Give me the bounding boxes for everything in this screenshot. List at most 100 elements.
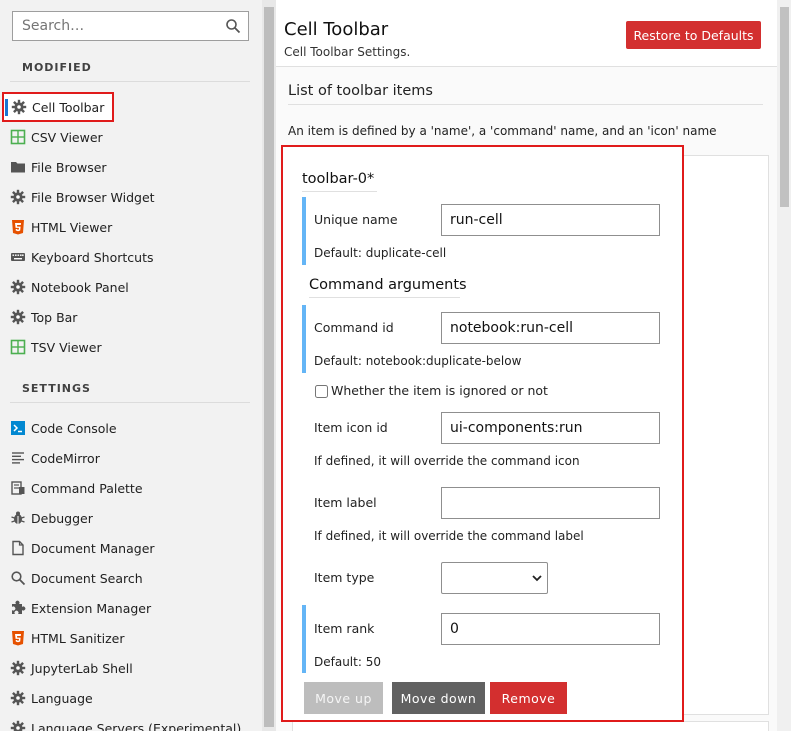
sidebar-item-label: Cell Toolbar bbox=[32, 99, 105, 115]
gear-icon bbox=[10, 189, 26, 205]
sidebar-item-code-console[interactable]: Code Console bbox=[0, 413, 262, 443]
sidebar-item-label: Language bbox=[31, 690, 93, 706]
divider bbox=[302, 191, 377, 192]
next-item-card bbox=[292, 721, 769, 731]
item-type-select[interactable] bbox=[441, 562, 548, 594]
main-scrollbar[interactable] bbox=[777, 0, 791, 731]
bug-icon bbox=[10, 510, 26, 526]
command-arguments-title: Command arguments bbox=[309, 277, 467, 293]
sidebar-item-file-browser[interactable]: File Browser bbox=[0, 152, 262, 182]
page-subtitle: Cell Toolbar Settings. bbox=[284, 45, 411, 59]
scrollbar-thumb[interactable] bbox=[780, 7, 789, 207]
folder-icon bbox=[10, 159, 26, 175]
divider bbox=[10, 402, 250, 403]
sidebar-item-label: Document Manager bbox=[31, 540, 155, 556]
move-up-button[interactable]: Move up bbox=[304, 682, 383, 714]
settings-section-header: SETTINGS bbox=[22, 382, 91, 395]
icon-id-hint: If defined, it will override the command… bbox=[314, 454, 580, 468]
sidebar-item-label: Extension Manager bbox=[31, 600, 152, 616]
sidebar-item-notebook-panel[interactable]: Notebook Panel bbox=[0, 272, 262, 302]
settings-editor: Cell Toolbar Cell Toolbar Settings. Rest… bbox=[276, 0, 777, 731]
gear-icon bbox=[11, 99, 27, 115]
command-id-default: Default: notebook:duplicate-below bbox=[314, 354, 522, 368]
sidebar-item-label: Document Search bbox=[31, 570, 143, 586]
gear-icon bbox=[10, 690, 26, 706]
move-down-button[interactable]: Move down bbox=[392, 682, 485, 714]
search-icon bbox=[10, 570, 26, 586]
gear-icon bbox=[10, 660, 26, 676]
divider bbox=[10, 81, 250, 82]
unique-name-input[interactable] bbox=[441, 204, 660, 236]
sidebar-item-label: File Browser Widget bbox=[31, 189, 155, 205]
sidebar-item-tsv-viewer[interactable]: TSV Viewer bbox=[0, 332, 262, 362]
modified-section-header: MODIFIED bbox=[22, 61, 92, 74]
sidebar-item-label: Top Bar bbox=[31, 309, 78, 325]
sidebar-item-html-sanitizer[interactable]: HTML Sanitizer bbox=[0, 623, 262, 653]
sidebar-item-top-bar[interactable]: Top Bar bbox=[0, 302, 262, 332]
sidebar-item-html-viewer[interactable]: HTML Viewer bbox=[0, 212, 262, 242]
settings-sidebar: MODIFIED Cell Toolbar CSV Viewer File Brow… bbox=[0, 0, 262, 731]
sidebar-item-label: File Browser bbox=[31, 159, 107, 175]
list-title: List of toolbar items bbox=[288, 83, 433, 99]
search-input[interactable] bbox=[13, 12, 218, 40]
sidebar-scrollbar[interactable] bbox=[262, 0, 276, 731]
ignored-checkbox[interactable] bbox=[315, 385, 328, 398]
sidebar-item-cell-toolbar[interactable]: Cell Toolbar bbox=[2, 92, 114, 122]
divider bbox=[309, 297, 460, 298]
ignored-label: Whether the item is ignored or not bbox=[331, 383, 548, 398]
text-editor-icon bbox=[10, 450, 26, 466]
sidebar-item-label: Language Servers (Experimental) bbox=[31, 720, 242, 731]
item-title: toolbar-0* bbox=[302, 171, 375, 187]
spreadsheet-icon bbox=[10, 339, 26, 355]
editor-header: Cell Toolbar Cell Toolbar Settings. Rest… bbox=[276, 0, 777, 67]
toolbar-item-card: toolbar-0* Unique name Default: duplicat… bbox=[281, 145, 684, 722]
sidebar-item-label: CSV Viewer bbox=[31, 129, 103, 145]
sidebar-item-debugger[interactable]: Debugger bbox=[0, 503, 262, 533]
field-marker bbox=[302, 197, 306, 265]
sidebar-item-document-manager[interactable]: Document Manager bbox=[0, 533, 262, 563]
command-id-label: Command id bbox=[314, 320, 394, 335]
sidebar-item-language[interactable]: Language bbox=[0, 683, 262, 713]
sidebar-item-label: Keyboard Shortcuts bbox=[31, 249, 154, 265]
item-rank-input[interactable] bbox=[441, 613, 660, 645]
page-title: Cell Toolbar bbox=[284, 19, 389, 40]
command-id-input[interactable] bbox=[441, 312, 660, 344]
palette-icon bbox=[10, 480, 26, 496]
puzzle-icon bbox=[10, 600, 26, 616]
sidebar-item-label: TSV Viewer bbox=[31, 339, 102, 355]
scrollbar-thumb[interactable] bbox=[264, 7, 274, 727]
gear-icon bbox=[10, 720, 26, 731]
html5-icon bbox=[10, 630, 26, 646]
sidebar-item-label: CodeMirror bbox=[31, 450, 100, 466]
item-rank-default: Default: 50 bbox=[314, 655, 381, 669]
sidebar-item-document-search[interactable]: Document Search bbox=[0, 563, 262, 593]
icon-id-input[interactable] bbox=[441, 412, 660, 444]
search-box[interactable] bbox=[12, 11, 249, 41]
sidebar-item-label: Code Console bbox=[31, 420, 117, 436]
search-icon[interactable] bbox=[225, 18, 241, 34]
sidebar-item-file-browser-widget[interactable]: File Browser Widget bbox=[0, 182, 262, 212]
item-label-hint: If defined, it will override the command… bbox=[314, 529, 584, 543]
sidebar-item-jupyterlab-shell[interactable]: JupyterLab Shell bbox=[0, 653, 262, 683]
file-icon bbox=[10, 540, 26, 556]
sidebar-item-language-servers-experimental[interactable]: Language Servers (Experimental) bbox=[0, 713, 262, 731]
remove-button[interactable]: Remove bbox=[490, 682, 567, 714]
sidebar-item-command-palette[interactable]: Command Palette bbox=[0, 473, 262, 503]
sidebar-item-extension-manager[interactable]: Extension Manager bbox=[0, 593, 262, 623]
sidebar-item-keyboard-shortcuts[interactable]: Keyboard Shortcuts bbox=[0, 242, 262, 272]
unique-name-label: Unique name bbox=[314, 212, 398, 227]
html5-icon bbox=[10, 219, 26, 235]
spreadsheet-icon bbox=[10, 129, 26, 145]
field-marker bbox=[302, 305, 306, 373]
sidebar-item-codemirror[interactable]: CodeMirror bbox=[0, 443, 262, 473]
sidebar-item-csv-viewer[interactable]: CSV Viewer bbox=[0, 122, 262, 152]
sidebar-item-label: Notebook Panel bbox=[31, 279, 129, 295]
divider bbox=[288, 104, 763, 105]
item-type-label: Item type bbox=[314, 570, 375, 585]
console-icon bbox=[10, 420, 26, 436]
restore-defaults-button[interactable]: Restore to Defaults bbox=[626, 21, 761, 49]
sidebar-item-label: HTML Viewer bbox=[31, 219, 113, 235]
sidebar-item-label: HTML Sanitizer bbox=[31, 630, 125, 646]
item-label-input[interactable] bbox=[441, 487, 660, 519]
field-marker bbox=[302, 605, 306, 673]
